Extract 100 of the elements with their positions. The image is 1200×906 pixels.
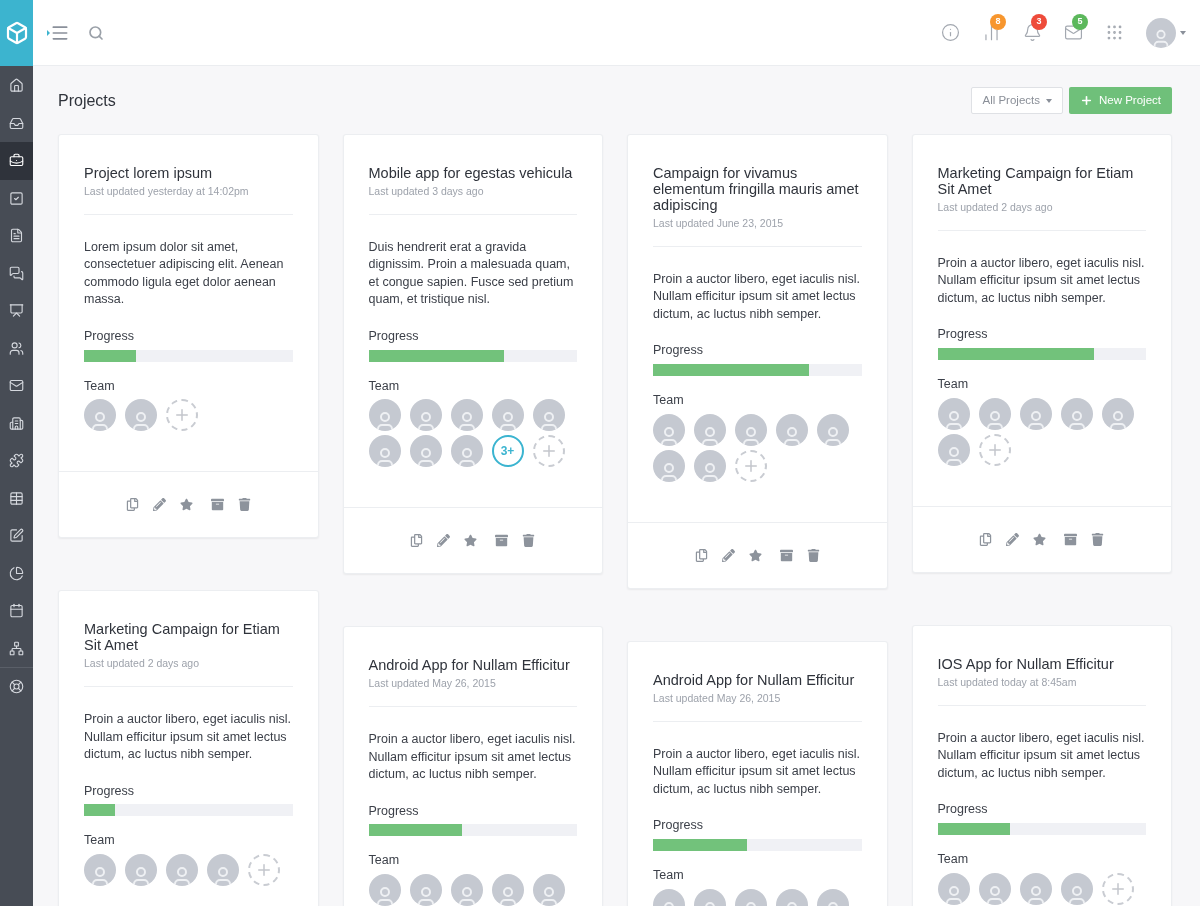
updated-text: Last updated 2 days ago	[937, 200, 1054, 215]
team-label: Team	[937, 376, 970, 393]
avatar	[409, 435, 442, 468]
team-label: Team	[368, 852, 401, 870]
progress-label: Progress	[84, 327, 136, 345]
updated-text: Last updated today at 8:45am	[937, 674, 1078, 690]
users-icon	[9, 340, 24, 356]
avatar	[653, 449, 685, 482]
avatar	[125, 399, 157, 432]
caret-icon	[47, 29, 50, 36]
progress-label: Progress	[368, 327, 420, 345]
avatar	[207, 854, 239, 886]
add-member-button[interactable]	[166, 399, 198, 432]
apps-grid-icon[interactable]	[1105, 23, 1124, 42]
avatar	[491, 399, 524, 432]
add-member-button[interactable]	[248, 854, 280, 886]
pencil-button[interactable]	[719, 546, 737, 564]
add-member-button[interactable]	[978, 433, 1011, 466]
project-title[interactable]: IOS App for Nullam Efficitur	[937, 655, 1146, 672]
project-description: Proin a auctor libero, eget iaculis nisl. Nullam efficitur ipsum sit amet lectus dictum, ac luctus nibh semper.	[84, 711, 293, 763]
progress-label: Progress	[368, 802, 420, 820]
envelope-icon	[9, 378, 24, 394]
building-icon	[9, 415, 24, 431]
project-title[interactable]: Android App for Nullam Efficitur	[653, 671, 862, 688]
team-label: Team	[653, 866, 685, 884]
updated-text: Last updated May 26, 2015	[368, 676, 497, 692]
project-description: Lorem ipsum dolor sit amet, consectetuer adipiscing elit. Aenean commodo ligula eget dolor aenean massa.	[84, 238, 285, 309]
avatar	[937, 433, 970, 466]
project-description: Proin a auctor libero, eget iaculis nisl. Nullam efficitur ipsum sit amet lectus dictum, ac luctus nibh semper.	[937, 254, 1146, 307]
team-label: Team	[84, 377, 116, 395]
avatar	[450, 399, 483, 432]
count-badge: 3	[1031, 14, 1047, 30]
search-icon[interactable]	[88, 24, 104, 41]
plus-icon	[1080, 94, 1093, 107]
avatar	[84, 854, 116, 886]
lifebuoy-icon	[9, 679, 24, 695]
table-icon	[9, 490, 24, 506]
team-label: Team	[84, 832, 116, 850]
updated-text: Last updated 2 days ago	[84, 656, 200, 672]
avatar	[368, 435, 401, 468]
inbox-icon	[9, 115, 24, 131]
updated-text: Last updated May 26, 2015	[653, 690, 782, 706]
project-description: Proin a auctor libero, eget iaculis nisl. Nullam efficitur ipsum sit amet lectus dictum, ac luctus nibh semper.	[653, 270, 862, 323]
project-description: Duis hendrerit erat a gravida dignissim. Proin a malesuada quam, et congue sapien. Fusce sed pretium quam, et tristique nisl.	[368, 238, 575, 309]
progress-label: Progress	[653, 342, 705, 360]
progress-label: Progress	[937, 326, 989, 344]
add-member-button[interactable]	[532, 435, 565, 468]
logo[interactable]	[0, 0, 33, 66]
cube-icon	[4, 21, 29, 45]
avatar	[694, 413, 726, 446]
project-title[interactable]: Campaign for vivamus elementum fringilla mauris amet adipiscing	[653, 165, 862, 213]
avatar	[653, 413, 685, 446]
avatar	[776, 413, 808, 446]
project-description: Proin a auctor libero, eget iaculis nisl. Nullam efficitur ipsum sit amet lectus dictum, ac luctus nibh semper.	[937, 729, 1146, 782]
page-title: Projects	[58, 90, 116, 111]
presentation-icon	[9, 303, 24, 319]
pencil-button[interactable]	[1004, 530, 1022, 548]
updated-text: Last updated 3 days ago	[368, 184, 485, 199]
progress-label: Progress	[653, 817, 705, 834]
info-icon[interactable]	[941, 23, 960, 42]
sidebar-item[interactable]	[0, 142, 33, 180]
project-title[interactable]: Marketing Campaign for Etiam Sit Amet	[84, 621, 293, 654]
avatar	[368, 399, 401, 432]
avatar	[84, 399, 116, 432]
avatar	[978, 397, 1011, 430]
calendar-icon	[9, 603, 24, 619]
envelope-icon[interactable]	[1064, 23, 1083, 42]
add-member-button[interactable]	[1101, 872, 1134, 905]
project-title[interactable]: Project lorem ipsum	[84, 165, 293, 181]
pencil-button[interactable]	[435, 532, 453, 550]
document-icon	[9, 228, 24, 244]
project-title[interactable]: Mobile app for egestas vehicula	[368, 165, 577, 181]
checkbox-icon	[9, 190, 24, 206]
project-title[interactable]: Marketing Campaign for Etiam Sit Amet	[937, 165, 1146, 197]
avatar	[532, 399, 565, 432]
team-label: Team	[653, 392, 685, 409]
avatar	[450, 435, 483, 468]
edit-icon	[9, 528, 24, 544]
avatar	[694, 449, 726, 482]
project-title[interactable]: Android App for Nullam Efficitur	[368, 657, 577, 674]
count-badge: 8	[990, 14, 1006, 30]
project-description: Proin a auctor libero, eget iaculis nisl. Nullam efficitur ipsum sit amet lectus dictum, ac luctus nibh semper.	[368, 731, 577, 783]
add-member-button[interactable]	[735, 449, 767, 482]
avatar	[1101, 397, 1134, 430]
count-badge: 5	[1072, 14, 1088, 30]
caret-icon	[1180, 30, 1186, 35]
hierarchy-icon	[9, 640, 24, 656]
project-description: Proin a auctor libero, eget iaculis nisl. Nullam efficitur ipsum sit amet lectus dictum, ac luctus nibh semper.	[653, 745, 862, 798]
home-icon	[9, 78, 24, 94]
bell-icon[interactable]	[1023, 23, 1042, 42]
user-menu[interactable]	[1146, 17, 1186, 48]
avatar	[817, 413, 849, 446]
briefcase-icon	[9, 153, 24, 169]
avatar	[125, 854, 157, 886]
avatar	[937, 397, 970, 430]
pencil-button[interactable]	[150, 496, 168, 514]
updated-text: Last updated June 23, 2015	[653, 216, 785, 231]
plus-icon	[255, 861, 273, 879]
updated-text: Last updated yesterday at 14:02pm	[84, 184, 250, 199]
team-label: Team	[368, 377, 401, 395]
